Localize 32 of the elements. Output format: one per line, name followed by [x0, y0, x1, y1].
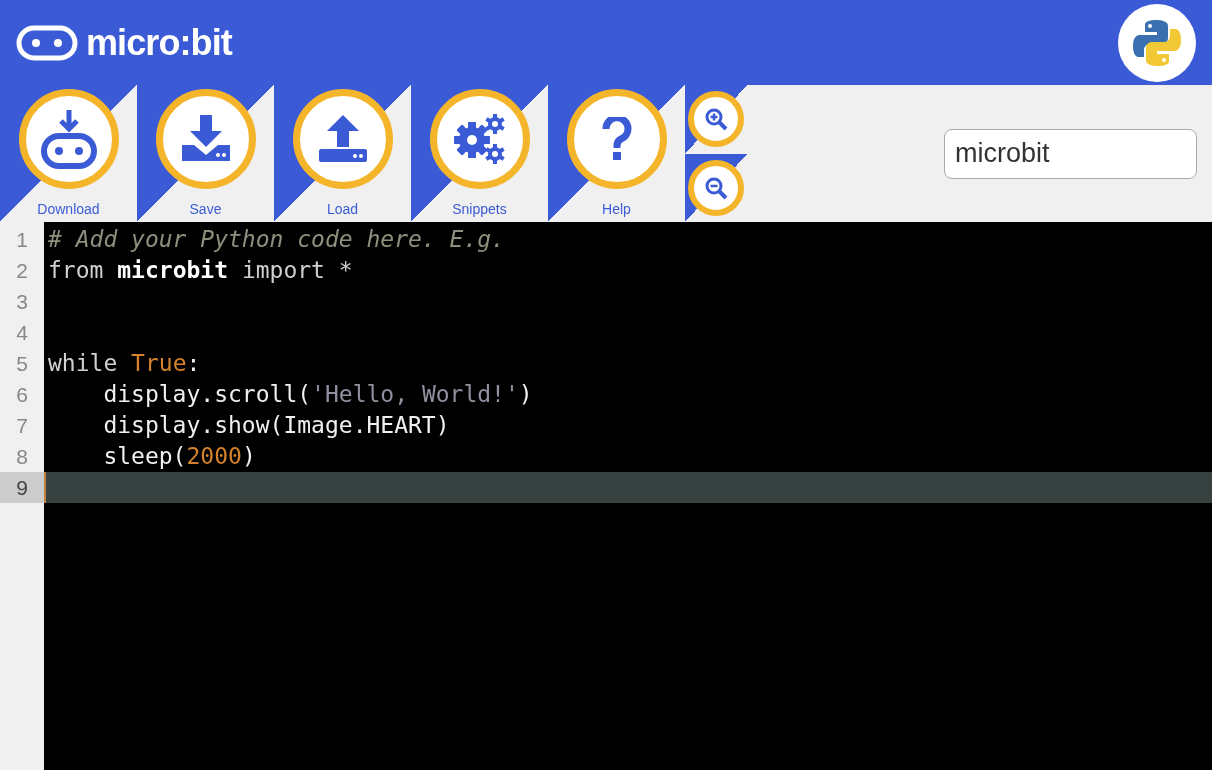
- code-line: sleep(2000): [102, 442, 257, 471]
- code-line: display.show(Image.HEART): [102, 411, 451, 440]
- line-number: 6: [15, 382, 29, 408]
- zoom-out-button[interactable]: [685, 153, 747, 222]
- code-line: from microbit import *: [47, 256, 354, 285]
- zoom-in-icon: [704, 107, 728, 132]
- line-number: 1: [15, 227, 29, 253]
- toolbar-button[interactable]: Download: [0, 85, 137, 222]
- code-line: display.scroll('Hello, World!'): [102, 380, 534, 409]
- question-mark-icon: [601, 117, 632, 161]
- line-number: 4: [15, 320, 29, 346]
- toolbar-button[interactable]: Snippets: [411, 85, 548, 222]
- line-number: 3: [15, 289, 29, 315]
- python-logo-icon[interactable]: [1118, 3, 1196, 82]
- line-number: 5: [15, 351, 29, 377]
- line-number: 2: [15, 258, 29, 284]
- download-tray-icon: [179, 115, 232, 163]
- line-number: 8: [15, 444, 29, 470]
- zoom-out-icon: [704, 175, 728, 200]
- toolbar-button[interactable]: Load: [274, 85, 411, 222]
- script-name-field[interactable]: microbit: [944, 128, 1197, 179]
- line-number: 7: [15, 413, 29, 439]
- logo-icon: [16, 24, 78, 61]
- code-line: while True:: [47, 349, 202, 378]
- gears-icon: [451, 112, 508, 166]
- line-number: 9: [0, 472, 44, 503]
- toolbar-button[interactable]: Help: [548, 85, 685, 222]
- toolbar-button[interactable]: Save: [137, 85, 274, 222]
- code-line: # Add your Python code here. E.g.: [47, 225, 506, 254]
- logo-text: micro:bit: [86, 24, 232, 61]
- device-download-icon: [38, 108, 99, 170]
- upload-tray-icon: [316, 115, 369, 163]
